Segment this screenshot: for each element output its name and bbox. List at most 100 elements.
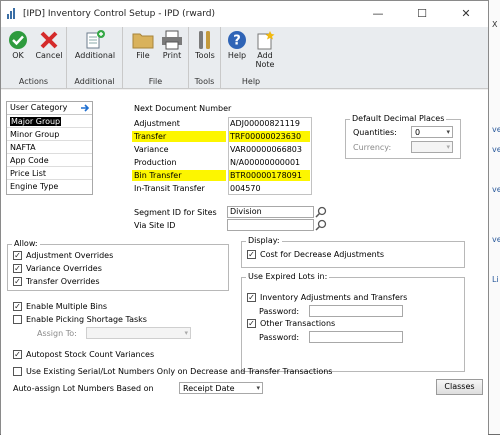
checkbox-checked-icon: ✓	[247, 319, 256, 328]
chevron-down-icon: ▾	[446, 143, 450, 151]
background-window-edge	[489, 0, 500, 434]
quantities-label: Quantities:	[353, 128, 397, 137]
title-bar: [IPD] Inventory Control Setup - IPD (rwa…	[1, 1, 488, 27]
auto-assign-lot-select[interactable]: Receipt Date ▾	[179, 382, 263, 394]
checkbox-checked-icon: ✓	[13, 251, 22, 260]
svg-text:?: ?	[233, 34, 241, 49]
enable-multiple-bins-checkbox[interactable]: ✓ Enable Multiple Bins	[13, 302, 107, 311]
actions-group-label: Actions	[18, 77, 49, 86]
user-category-list[interactable]: User Category Major Group Minor Group NA…	[6, 101, 93, 195]
bg-text: Li	[492, 275, 499, 284]
bg-text: ve	[492, 125, 500, 134]
bg-text: ve	[492, 145, 500, 154]
file-group: File Print File	[123, 27, 189, 89]
additional-group-label: Additional	[74, 77, 115, 86]
auto-assign-lot-label: Auto-assign Lot Numbers Based on	[13, 384, 154, 393]
list-header: User Category	[7, 102, 92, 115]
help-group-label: Help	[241, 77, 261, 86]
classes-button[interactable]: Classes	[436, 379, 483, 395]
currency-label: Currency:	[353, 143, 392, 152]
checkbox-checked-icon: ✓	[13, 264, 22, 273]
checkbox-checked-icon: ✓	[13, 302, 22, 311]
production-label: Production	[134, 158, 177, 167]
file-group-label: File	[148, 77, 163, 86]
use-existing-serial-lot-checkbox[interactable]: Use Existing Serial/Lot Numbers Only on …	[13, 367, 332, 376]
tools-group-label: Tools	[194, 77, 215, 86]
variance-label: Variance	[134, 145, 169, 154]
file-button[interactable]: File	[131, 29, 155, 60]
checkmark-icon	[9, 31, 27, 49]
list-item[interactable]: Minor Group	[7, 128, 92, 141]
app-icon	[7, 8, 15, 19]
checkbox-checked-icon: ✓	[13, 350, 22, 359]
currency-select[interactable]: ▾	[411, 141, 453, 153]
additional-button[interactable]: Additional	[71, 29, 119, 60]
lookup-search-icon[interactable]	[315, 206, 327, 218]
default-decimal-places-group: Default Decimal Places	[345, 114, 461, 159]
window-title: [IPD] Inventory Control Setup - IPD (rwa…	[23, 9, 216, 19]
note-icon	[257, 31, 275, 50]
inventory-setup-window: [IPD] Inventory Control Setup - IPD (rwa…	[0, 0, 489, 435]
enable-picking-shortage-checkbox[interactable]: Enable Picking Shortage Tasks	[13, 315, 147, 324]
tools-button[interactable]: Tools	[193, 29, 217, 60]
list-item[interactable]: NAFTA	[7, 141, 92, 154]
help-question-icon: ?	[228, 31, 246, 49]
chevron-down-icon: ▾	[256, 384, 260, 392]
segment-id-field[interactable]: Division	[227, 206, 314, 218]
additional-icon	[86, 30, 105, 49]
cost-for-decrease-adjustments-checkbox[interactable]: ✓ Cost for Decrease Adjustments	[247, 250, 384, 259]
quantities-select[interactable]: 0 ▾	[411, 126, 453, 138]
other-transactions-checkbox[interactable]: ✓ Other Transactions	[247, 319, 335, 328]
via-site-id-label: Via Site ID	[134, 221, 176, 230]
list-item[interactable]: Engine Type	[7, 180, 92, 193]
inventory-adjustments-checkbox[interactable]: ✓ Inventory Adjustments and Transfers	[247, 293, 407, 302]
in-transit-transfer-label: In-Transit Transfer	[134, 184, 205, 193]
via-site-id-field[interactable]	[227, 219, 314, 231]
bg-text: ve	[492, 185, 500, 194]
help-button[interactable]: ? Help	[225, 29, 249, 60]
cancel-x-icon	[40, 31, 58, 49]
tools-group: Tools Tools	[189, 27, 221, 89]
password-label: Password:	[259, 307, 300, 316]
password-field[interactable]	[309, 305, 403, 317]
list-item[interactable]: Price List	[7, 167, 92, 180]
folder-icon	[132, 33, 154, 49]
list-item[interactable]: Major Group	[7, 115, 92, 128]
lookup-search-icon[interactable]	[315, 219, 327, 231]
checkbox-checked-icon: ✓	[247, 293, 256, 302]
password-label: Password:	[259, 333, 300, 342]
document-number-frame	[228, 117, 312, 195]
list-item[interactable]: App Code	[7, 154, 92, 167]
chevron-down-icon: ▾	[446, 128, 450, 136]
password-field[interactable]	[309, 331, 403, 343]
checkbox-checked-icon: ✓	[247, 250, 256, 259]
printer-icon	[162, 30, 182, 50]
transfer-label: Transfer	[132, 131, 226, 142]
variance-overrides-checkbox[interactable]: ✓ Variance Overrides	[13, 264, 102, 273]
cancel-button[interactable]: Cancel	[34, 29, 64, 60]
actions-group: OK Cancel Actions	[1, 27, 67, 89]
assign-to-label: Assign To:	[37, 329, 77, 338]
transfer-overrides-checkbox[interactable]: ✓ Transfer Overrides	[13, 277, 100, 286]
additional-group: Additional Additional	[67, 27, 123, 89]
minimize-button[interactable]: —	[356, 1, 400, 27]
adjustment-overrides-checkbox[interactable]: ✓ Adjustment Overrides	[13, 251, 113, 260]
arrow-right-icon[interactable]	[81, 104, 90, 112]
close-button[interactable]: ✕	[444, 1, 488, 27]
add-note-button[interactable]: Add Note	[252, 29, 278, 69]
autopost-stock-count-checkbox[interactable]: ✓ Autopost Stock Count Variances	[13, 350, 154, 359]
segment-id-label: Segment ID for Sites	[134, 208, 217, 217]
assign-to-select[interactable]: ▾	[86, 327, 191, 339]
tools-icon	[199, 31, 210, 49]
checkbox-checked-icon: ✓	[13, 277, 22, 286]
maximize-button[interactable]: ☐	[400, 1, 444, 27]
ok-button[interactable]: OK	[5, 29, 31, 60]
help-group: ? Help Add Note Help	[221, 27, 281, 89]
next-document-number-title: Next Document Number	[134, 104, 232, 113]
ribbon-toolbar: OK Cancel Actions Additional Additional …	[1, 27, 488, 89]
print-button[interactable]: Print	[159, 29, 185, 60]
bin-transfer-label: Bin Transfer	[132, 170, 226, 181]
bg-text: X	[492, 20, 498, 29]
chevron-down-icon: ▾	[184, 329, 188, 337]
bg-text: ve	[492, 235, 500, 244]
